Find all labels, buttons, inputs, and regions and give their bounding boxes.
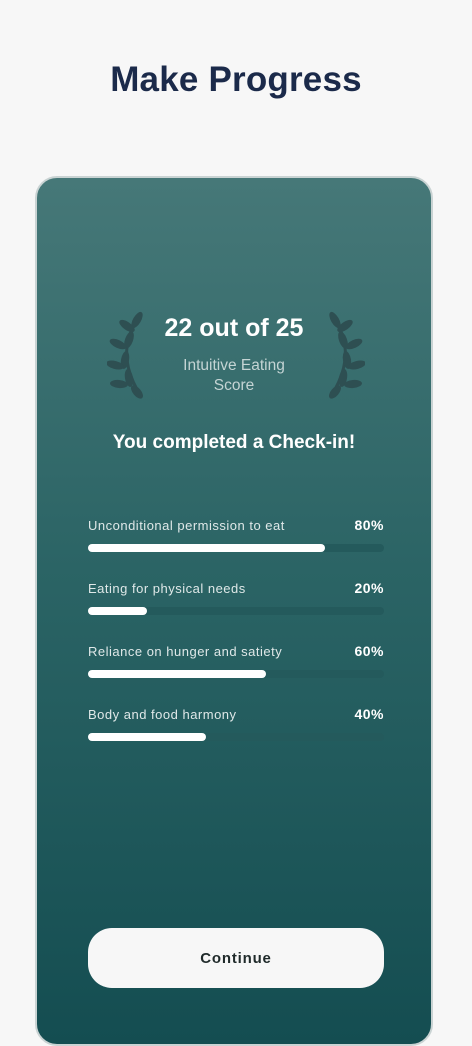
metric-label: Reliance on hunger and satiety bbox=[88, 644, 283, 659]
score-caption-line1: Intuitive Eating bbox=[183, 357, 285, 374]
metric-row: Reliance on hunger and satiety 60% bbox=[88, 643, 384, 684]
metric-percent: 20% bbox=[354, 580, 384, 596]
metric-percent: 80% bbox=[354, 517, 384, 533]
metric-percent: 40% bbox=[354, 706, 384, 722]
metric-row: Unconditional permission to eat 80% bbox=[88, 517, 384, 558]
metric-percent: 60% bbox=[354, 643, 384, 659]
score-caption: Intuitive Eating Score bbox=[37, 356, 431, 396]
progress-track bbox=[88, 670, 384, 678]
score-caption-line2: Score bbox=[213, 377, 255, 394]
metric-row: Eating for physical needs 20% bbox=[88, 580, 384, 621]
progress-fill bbox=[88, 733, 207, 741]
progress-track bbox=[88, 733, 384, 741]
progress-track bbox=[88, 607, 384, 615]
completed-message: You completed a Check-in! bbox=[112, 432, 356, 453]
progress-track bbox=[88, 544, 384, 552]
progress-fill bbox=[88, 670, 266, 678]
score-value: 22 out of 25 bbox=[164, 314, 304, 342]
checkin-result-card: 22 out of 25 Intuitive Eating Score You … bbox=[35, 176, 433, 1046]
metric-label: Body and food harmony bbox=[88, 707, 237, 722]
metric-row: Body and food harmony 40% bbox=[88, 706, 384, 747]
progress-fill bbox=[88, 607, 148, 615]
page-title: Make Progress bbox=[110, 60, 362, 99]
score-block: 22 out of 25 Intuitive Eating Score bbox=[37, 308, 431, 408]
progress-fill bbox=[88, 544, 325, 552]
metric-label: Eating for physical needs bbox=[88, 581, 246, 596]
metric-label: Unconditional permission to eat bbox=[88, 518, 285, 533]
continue-button[interactable]: Continue bbox=[88, 928, 384, 988]
